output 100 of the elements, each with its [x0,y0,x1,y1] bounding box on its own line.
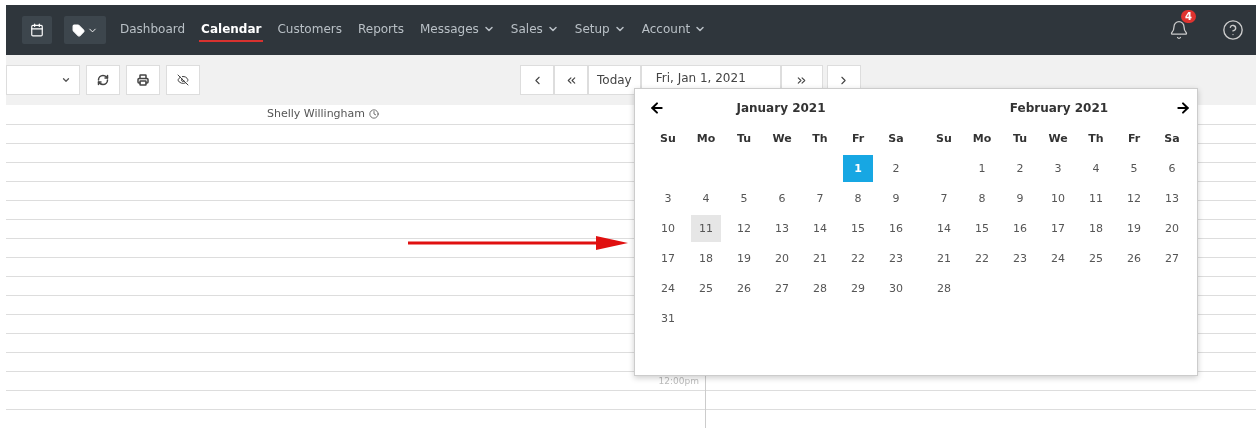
day-cell[interactable]: 8 [967,184,997,212]
next-month-icon[interactable] [1175,100,1191,116]
day-cell[interactable]: 23 [1005,244,1035,272]
print-button[interactable] [126,65,160,95]
day-cell[interactable]: 15 [967,214,997,242]
day-cell[interactable]: 28 [929,274,959,302]
weekday-label: Sa [1164,131,1180,145]
day-cell[interactable]: 5 [729,184,759,212]
day-cell[interactable]: 3 [653,184,683,212]
day-cell[interactable]: 22 [967,244,997,272]
day-cell[interactable]: 23 [881,244,911,272]
day-cell[interactable]: 18 [1081,214,1111,242]
day-cell[interactable]: 24 [1043,244,1073,272]
day-cell[interactable]: 19 [1119,214,1149,242]
day-cell[interactable]: 20 [767,244,797,272]
day-cell[interactable]: 20 [1157,214,1187,242]
day-cell[interactable]: 16 [881,214,911,242]
nav-link[interactable]: Account [639,18,709,42]
day-cell[interactable]: 25 [1081,244,1111,272]
day-cell[interactable]: 17 [653,244,683,272]
staff-name: Shelly Willingham [266,107,366,120]
day-cell[interactable]: 9 [1005,184,1035,212]
eye-slash-icon [177,74,189,86]
day-cell[interactable]: 18 [691,244,721,272]
day-cell[interactable]: 6 [1157,154,1187,182]
day-cell[interactable]: 26 [729,274,759,302]
day-cell[interactable]: 9 [881,184,911,212]
caret-icon [61,75,71,85]
today-button[interactable]: Today [588,65,641,95]
day-cell[interactable]: 24 [653,274,683,302]
day-cell[interactable]: 12 [729,214,759,242]
nav-link[interactable]: Calendar [199,18,264,42]
day-cell[interactable]: 30 [881,274,911,302]
day-cell[interactable]: 29 [843,274,873,302]
month-title: February 2021 [1009,101,1109,115]
refresh-button[interactable] [86,65,120,95]
clock-icon [369,108,380,119]
nav-link[interactable]: Sales [508,18,561,42]
day-cell[interactable]: 12 [1119,184,1149,212]
day-cell[interactable]: 22 [843,244,873,272]
day-cell[interactable]: 14 [929,214,959,242]
day-cell[interactable]: 5 [1119,154,1149,182]
day-cell[interactable]: 11 [1081,184,1111,212]
previous-month-icon[interactable] [649,100,665,116]
weekday-label: Fr [1127,131,1141,145]
weekday-label: Su [936,131,952,145]
weekday-label: We [1048,131,1068,145]
day-cell[interactable]: 27 [767,274,797,302]
day-cell[interactable]: 13 [1157,184,1187,212]
weekday-label: Mo [696,131,716,145]
day-cell[interactable]: 17 [1043,214,1073,242]
nav-link[interactable]: Setup [572,18,628,42]
printer-icon [137,74,149,86]
day-cell[interactable]: 21 [805,244,835,272]
day-cell[interactable]: 7 [805,184,835,212]
weekday-label: Fr [851,131,865,145]
day-cell[interactable]: 15 [843,214,873,242]
nav-link[interactable]: Reports [355,18,406,42]
day-cell[interactable]: 16 [1005,214,1035,242]
day-cell[interactable]: 19 [729,244,759,272]
weekday-label: Su [660,131,676,145]
day-cell[interactable]: 7 [929,184,959,212]
month-title: January 2021 [736,101,826,115]
weekday-label: Sa [888,131,904,145]
day-cell[interactable]: 10 [1043,184,1073,212]
day-cell[interactable]: 26 [1119,244,1149,272]
weekday-label: Mo [972,131,992,145]
bell-icon[interactable] [1169,20,1190,40]
day-cell[interactable]: 2 [881,154,911,182]
day-cell[interactable]: 6 [767,184,797,212]
day-cell[interactable]: 31 [653,304,683,332]
tag-menu-button[interactable] [64,16,106,44]
day-cell[interactable]: 14 [805,214,835,242]
day-cell[interactable]: 11 [691,214,721,242]
weekday-label: Tu [736,131,752,145]
hide-button[interactable] [166,65,200,95]
calendar-button[interactable] [22,16,52,44]
help-icon[interactable] [1222,19,1244,41]
day-cell[interactable]: 3 [1043,154,1073,182]
weekday-label: Tu [1012,131,1028,145]
day-cell[interactable]: 13 [767,214,797,242]
day-cell[interactable]: 21 [929,244,959,272]
day-cell[interactable]: 1 [967,154,997,182]
nav-link[interactable]: Dashboard [118,18,188,42]
day-cell[interactable]: 8 [843,184,873,212]
day-cell[interactable]: 4 [1081,154,1111,182]
day-cell[interactable]: 2 [1005,154,1035,182]
day-cell[interactable]: 27 [1157,244,1187,272]
weekday-label: Th [1088,131,1104,145]
refresh-icon [97,74,109,86]
nav-link[interactable]: Customers [275,18,344,42]
calendar-icon [30,23,44,37]
day-cell[interactable]: 25 [691,274,721,302]
notification-badge: 4 [1181,10,1196,23]
time-label: 12:00pm [658,376,699,386]
weekday-label: We [772,131,792,145]
nav-link[interactable]: Messages [418,18,497,42]
day-cell[interactable]: 28 [805,274,835,302]
day-cell[interactable]: 4 [691,184,721,212]
day-cell[interactable]: 10 [653,214,683,242]
